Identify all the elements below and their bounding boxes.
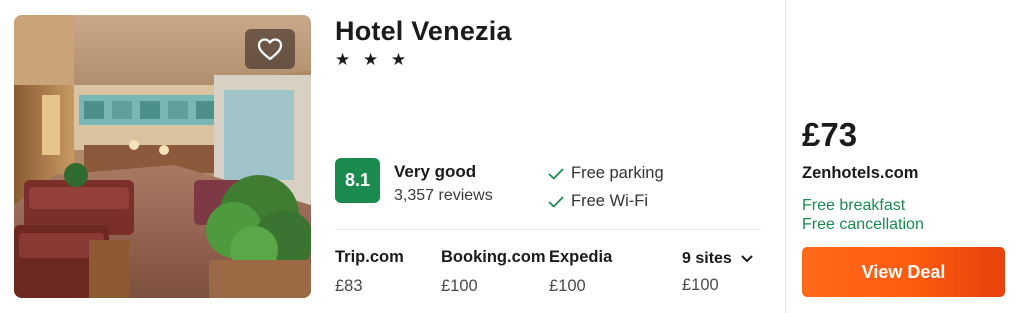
deal-provider: Zenhotels.com xyxy=(802,164,919,182)
amenity-label: Free Wi-Fi xyxy=(571,192,648,210)
provider-name: Trip.com xyxy=(335,248,404,266)
more-sites-price: £100 xyxy=(682,276,719,294)
more-sites-label: 9 sites xyxy=(682,250,732,267)
provider-price: £100 xyxy=(441,277,478,295)
hotel-result-card: Hotel Venezia ★ ★ ★ 8.1 Very good 3,357 … xyxy=(0,0,1024,313)
provider-booking-com[interactable]: Booking.com £100 xyxy=(441,248,546,296)
check-icon xyxy=(548,196,564,207)
heart-outline-icon xyxy=(257,38,283,61)
amenity-free-wifi: Free Wi-Fi xyxy=(548,192,648,211)
rating-label: Very good xyxy=(394,162,477,181)
divider xyxy=(335,229,761,230)
provider-price: £83 xyxy=(335,277,363,295)
column-divider xyxy=(785,0,786,313)
provider-trip-com[interactable]: Trip.com £83 xyxy=(335,248,404,296)
check-icon xyxy=(548,168,564,179)
amenity-label: Free parking xyxy=(571,164,664,182)
perk-free-cancellation: Free cancellation xyxy=(802,216,924,233)
provider-name: Booking.com xyxy=(441,248,546,266)
perk-free-breakfast: Free breakfast xyxy=(802,197,906,214)
favorite-button[interactable] xyxy=(245,29,295,69)
review-count[interactable]: 3,357 reviews xyxy=(394,187,493,205)
star-rating: ★ ★ ★ xyxy=(335,50,411,69)
deal-price: £73 xyxy=(802,116,858,153)
amenity-free-parking: Free parking xyxy=(548,164,664,183)
provider-expedia[interactable]: Expedia £100 xyxy=(549,248,612,296)
provider-name: Expedia xyxy=(549,248,613,266)
chevron-down-icon xyxy=(741,255,753,262)
hotel-name[interactable]: Hotel Venezia xyxy=(335,16,512,47)
review-score-badge: 8.1 xyxy=(335,158,380,203)
provider-price: £100 xyxy=(549,277,586,295)
more-sites-dropdown[interactable]: 9 sites £100 xyxy=(682,250,753,295)
view-deal-button[interactable]: View Deal xyxy=(802,247,1005,297)
